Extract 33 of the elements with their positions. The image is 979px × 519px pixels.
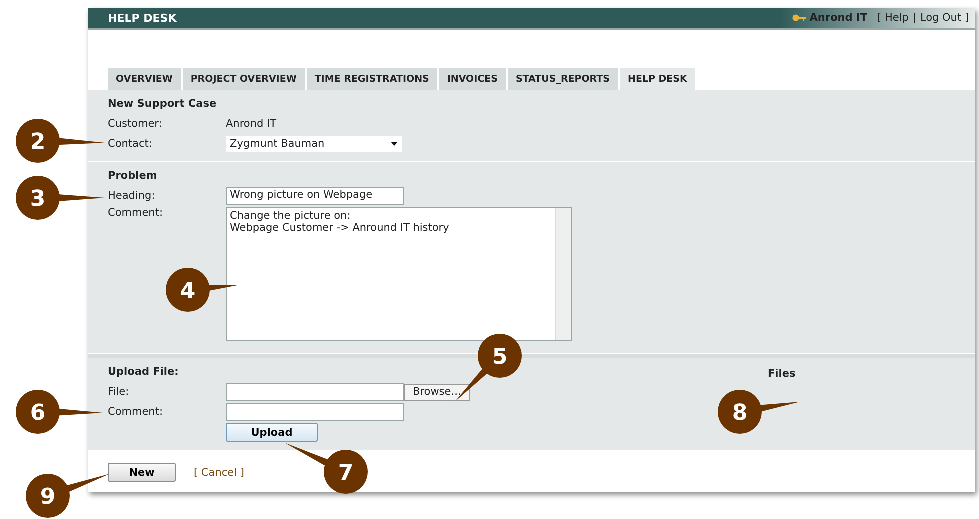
browse-button[interactable]: Browse... [404, 384, 470, 400]
field-label: Comment: [108, 207, 164, 219]
field-label: Contact: [108, 138, 154, 150]
section-title: New Support Case [108, 98, 217, 110]
comment-textarea[interactable]: Change the picture on: Webpage Customer -> Anround IT history [226, 207, 572, 341]
customer-value: Anrond IT [226, 118, 277, 130]
cancel-link[interactable]: [ Cancel ] [194, 466, 244, 478]
nav-tab[interactable]: OVERVIEW [108, 68, 181, 90]
heading-field[interactable]: Wrong picture on Webpage [226, 187, 404, 205]
user-name: Anrond IT [810, 12, 868, 24]
files-heading: Files [768, 368, 796, 382]
file-field[interactable] [226, 383, 404, 401]
field-label: Customer: [108, 118, 164, 130]
field-label: Heading: [108, 190, 156, 202]
nav-tab[interactable]: INVOICES [439, 68, 506, 90]
contact-dropdown[interactable]: Zygmunt Bauman [226, 136, 402, 152]
new-button[interactable]: New [108, 463, 176, 482]
nav-tab[interactable]: TIME REGISTRATIONS [306, 68, 438, 90]
upload-button[interactable]: Upload [226, 423, 318, 442]
header-link[interactable]: Log Out ] [920, 12, 969, 24]
section-title: Problem [108, 170, 158, 182]
nav-tab[interactable]: STATUS_REPORTS [508, 68, 618, 90]
key-icon [792, 14, 806, 22]
nav-tab[interactable]: HELP DESK [620, 68, 696, 90]
field-label: Comment: [108, 406, 164, 418]
link-separator: | [912, 12, 916, 24]
file-comment-field[interactable] [226, 403, 404, 421]
header-link[interactable]: [ Help [878, 12, 909, 24]
caret-icon [391, 142, 398, 146]
section-title: Upload File: [108, 366, 179, 378]
field-label: File: [108, 386, 130, 398]
page-title: HELP DESK [108, 12, 177, 24]
nav-tab[interactable]: PROJECT OVERVIEW [182, 68, 305, 90]
